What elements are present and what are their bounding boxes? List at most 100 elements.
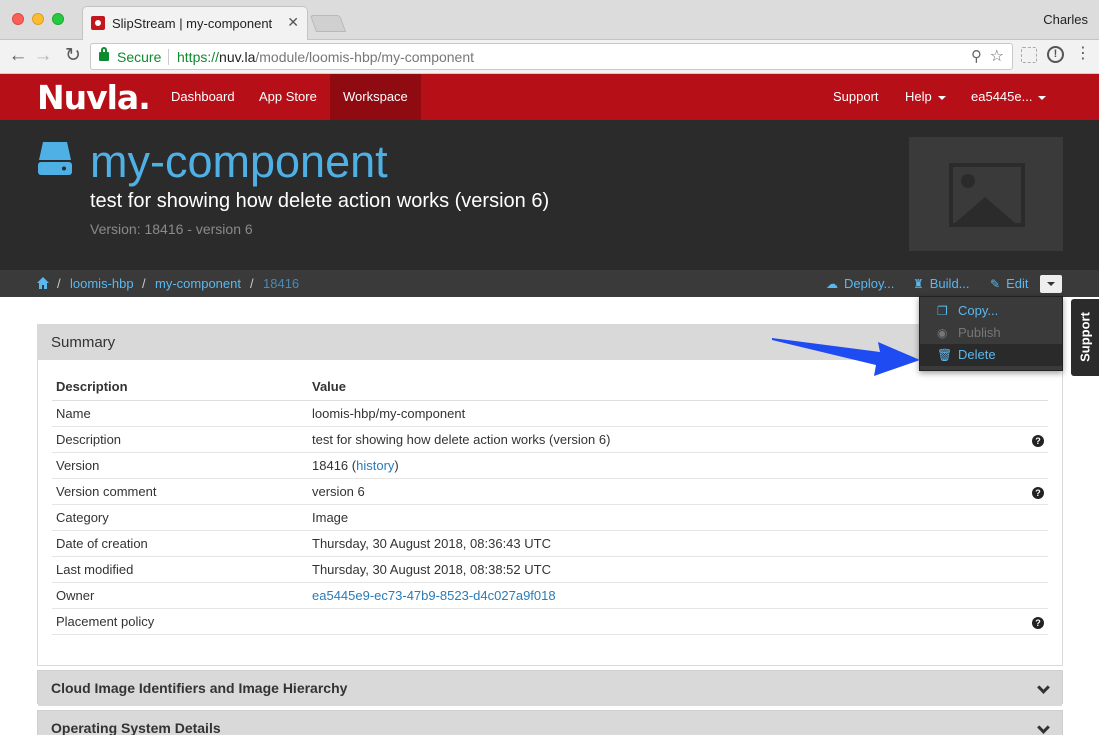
- build-button[interactable]: ♜ Build...: [913, 276, 970, 291]
- nav-user-menu[interactable]: ea5445e...: [958, 74, 1059, 120]
- version-number: 18416: [312, 457, 349, 473]
- menu-item-delete[interactable]: 🗑 Delete: [920, 344, 1062, 366]
- minimize-window-button[interactable]: [32, 13, 44, 25]
- build-label: Build...: [929, 276, 970, 291]
- nav-help-menu[interactable]: Help: [892, 74, 959, 120]
- row-label: Version comment: [52, 478, 308, 505]
- lock-icon: [99, 47, 109, 61]
- column-header-empty: [1024, 374, 1048, 401]
- menu-item-copy[interactable]: ❐ Copy...: [920, 300, 1062, 322]
- help-question-icon[interactable]: ?: [1032, 486, 1044, 499]
- module-header: my-component test for showing how delete…: [0, 120, 1099, 270]
- row-label: Last modified: [52, 556, 308, 583]
- row-help-cell: ?: [1024, 426, 1048, 453]
- side-support-label: Support: [1077, 312, 1093, 362]
- edit-label: Edit: [1006, 276, 1029, 291]
- breadcrumb-separator: /: [250, 276, 254, 291]
- table-row: Date of creation Thursday, 30 August 201…: [52, 530, 1048, 557]
- address-separator: [168, 49, 169, 65]
- row-value: loomis-hbp/my-component: [308, 400, 1024, 427]
- table-row: Owner ea5445e9-ec73-47b9-8523-d4c027a9f0…: [52, 582, 1048, 609]
- image-placeholder-icon: [909, 137, 1063, 251]
- browser-menu-icon[interactable]: ⋮: [1075, 44, 1091, 64]
- module-version: Version: 18416 - version 6: [90, 221, 253, 237]
- nav-workspace[interactable]: Workspace: [330, 74, 421, 120]
- favicon-icon: [91, 16, 105, 30]
- owner-link[interactable]: ea5445e9-ec73-47b9-8523-d4c027a9f018: [312, 588, 556, 603]
- zoom-icon[interactable]: ⚲: [971, 47, 982, 65]
- close-window-button[interactable]: [12, 13, 24, 25]
- nav-app-store[interactable]: App Store: [246, 74, 330, 120]
- nav-support[interactable]: Support: [820, 74, 892, 120]
- row-label: Owner: [52, 582, 308, 609]
- deploy-label: Deploy...: [844, 276, 895, 291]
- breadcrumb-item[interactable]: my-component: [155, 276, 241, 291]
- row-label: Name: [52, 400, 308, 427]
- cloud-image-panel[interactable]: Cloud Image Identifiers and Image Hierar…: [37, 670, 1063, 706]
- row-label: Placement policy: [52, 608, 308, 635]
- nav-user-label: ea5445e...: [971, 89, 1033, 104]
- profile-name[interactable]: Charles: [1043, 12, 1088, 27]
- url-text[interactable]: https://nuv.la/module/loomis-hbp/my-comp…: [177, 49, 474, 65]
- row-value-owner: ea5445e9-ec73-47b9-8523-d4c027a9f018: [308, 582, 1024, 609]
- caret-down-icon: [1038, 95, 1047, 100]
- forward-arrow-icon[interactable]: →: [32, 44, 54, 68]
- table-row: Category Image: [52, 504, 1048, 531]
- row-help-cell: [1024, 582, 1048, 609]
- table-row: Last modified Thursday, 30 August 2018, …: [52, 556, 1048, 583]
- row-value: Image: [308, 504, 1024, 531]
- reload-icon[interactable]: ↻: [62, 44, 84, 68]
- row-help-cell: [1024, 530, 1048, 557]
- row-value: version 6: [308, 478, 1024, 505]
- breadcrumb: / loomis-hbp / my-component / 18416 ☁ Dep…: [0, 270, 1099, 297]
- cloud-image-panel-header: Cloud Image Identifiers and Image Hierar…: [38, 671, 1062, 706]
- build-icon: ♜: [913, 277, 924, 291]
- table-row: Placement policy ?: [52, 608, 1048, 635]
- trash-icon: 🗑: [937, 348, 953, 362]
- row-help-cell: ?: [1024, 478, 1048, 505]
- url-host: nuv.la: [219, 49, 256, 65]
- secure-label: Secure: [117, 49, 162, 65]
- row-help-cell: ?: [1024, 608, 1048, 635]
- row-label: Version: [52, 452, 308, 479]
- breadcrumb-item[interactable]: loomis-hbp: [70, 276, 134, 291]
- row-help-cell: [1024, 400, 1048, 427]
- more-actions-dropdown-toggle[interactable]: [1040, 275, 1062, 293]
- deploy-button[interactable]: ☁ Deploy...: [826, 276, 894, 291]
- tab-close-icon[interactable]: ✕: [287, 14, 299, 31]
- extension-icon[interactable]: [1021, 47, 1037, 63]
- browser-tab[interactable]: SlipStream | my-component ✕: [82, 6, 308, 41]
- address-bar[interactable]: Secure https://nuv.la/module/loomis-hbp/…: [90, 43, 1013, 70]
- browser-tab-strip: SlipStream | my-component ✕ Charles: [0, 0, 1099, 41]
- row-value: Thursday, 30 August 2018, 08:36:43 UTC: [308, 530, 1024, 557]
- tab-title: SlipStream | my-component: [112, 16, 273, 31]
- os-details-panel[interactable]: Operating System Details: [37, 710, 1063, 735]
- annotation-arrow-icon: [772, 338, 920, 376]
- help-question-icon[interactable]: ?: [1032, 616, 1044, 629]
- back-arrow-icon[interactable]: ←: [7, 44, 29, 68]
- home-icon[interactable]: [36, 276, 50, 290]
- eye-icon: ◉: [937, 326, 948, 340]
- nav-dashboard[interactable]: Dashboard: [158, 74, 248, 120]
- bookmark-star-icon[interactable]: ☆: [990, 46, 1004, 66]
- url-path: /module/loomis-hbp/my-component: [255, 49, 475, 65]
- more-actions-menu: ❐ Copy... ◉ Publish 🗑 Delete: [919, 296, 1063, 371]
- column-header: Description: [52, 374, 308, 401]
- row-value: test for showing how delete action works…: [308, 426, 1024, 453]
- help-question-icon[interactable]: ?: [1032, 434, 1044, 447]
- row-label: Category: [52, 504, 308, 531]
- summary-table: Description Value Name loomis-hbp/my-com…: [52, 374, 1048, 635]
- row-value: [308, 608, 1024, 635]
- new-tab-button[interactable]: [309, 15, 347, 32]
- side-support-tab[interactable]: Support: [1071, 299, 1099, 376]
- menu-item-label: Copy...: [958, 303, 999, 318]
- history-link[interactable]: history: [356, 458, 394, 473]
- nuvla-logo[interactable]: Nuvla.: [37, 78, 151, 117]
- info-icon[interactable]: !: [1047, 46, 1064, 63]
- menu-item-label: Publish: [958, 325, 1001, 340]
- breadcrumb-separator: /: [57, 276, 61, 291]
- edit-button[interactable]: ✎ Edit: [990, 276, 1028, 291]
- maximize-window-button[interactable]: [52, 13, 64, 25]
- breadcrumb-separator: /: [142, 276, 146, 291]
- table-row: Version comment version 6 ?: [52, 478, 1048, 505]
